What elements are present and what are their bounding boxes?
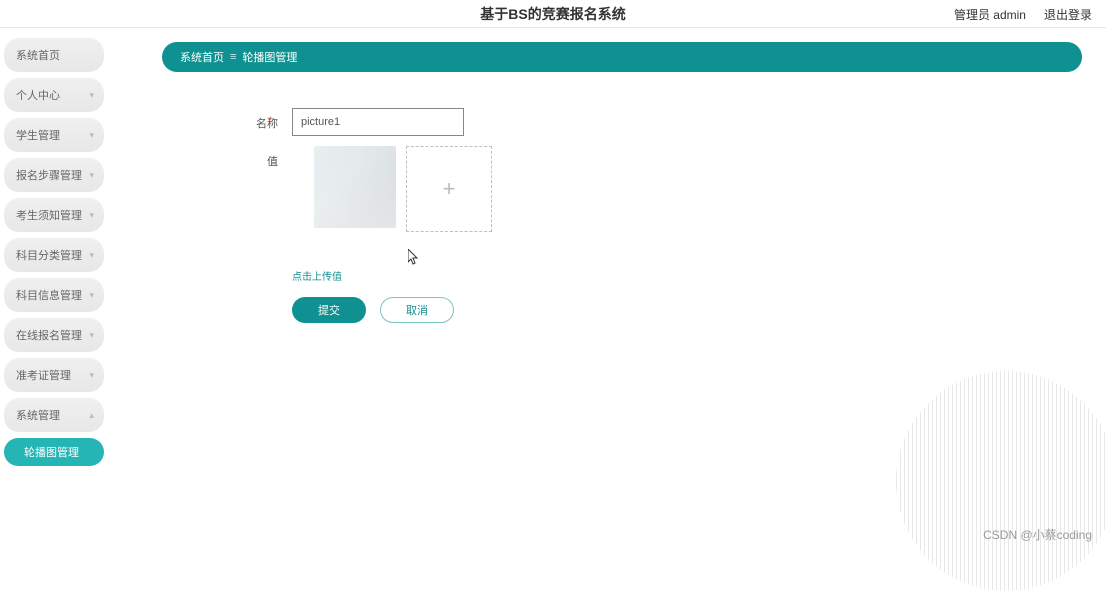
name-input[interactable] <box>292 108 464 136</box>
sidebar-item-home[interactable]: 系统首页 <box>4 38 104 72</box>
cursor-icon <box>408 249 420 268</box>
chevron-down-icon: ▾ <box>89 130 94 141</box>
cancel-button[interactable]: 取消 <box>380 297 454 323</box>
sidebar-item-label: 报名步骤管理 <box>16 167 82 183</box>
chevron-down-icon: ▾ <box>89 170 94 181</box>
sidebar-item-label: 科目分类管理 <box>16 247 82 263</box>
sidebar-item-profile[interactable]: 个人中心 ▾ <box>4 78 104 112</box>
sidebar-item-label: 个人中心 <box>16 87 60 103</box>
image-preview[interactable] <box>314 146 396 228</box>
logout-link[interactable]: 退出登录 <box>1044 6 1092 23</box>
button-row: 提交 取消 <box>292 297 1082 323</box>
sidebar-subitem-carousel[interactable]: 轮播图管理 <box>4 438 104 466</box>
form-row-name: 名称 <box>212 108 1082 136</box>
upload-add-button[interactable]: + <box>406 146 492 232</box>
upload-row: + <box>292 146 492 232</box>
sidebar-item-label: 在线报名管理 <box>16 327 82 343</box>
chevron-down-icon: ▾ <box>89 90 94 101</box>
sidebar-item-label: 准考证管理 <box>16 367 71 383</box>
sidebar-item-notice[interactable]: 考生须知管理 ▾ <box>4 198 104 232</box>
name-label: 名称 <box>212 108 292 136</box>
chevron-up-icon: ▴ <box>89 410 94 421</box>
sidebar-item-system[interactable]: 系统管理 ▴ <box>4 398 104 432</box>
chevron-down-icon: ▾ <box>89 210 94 221</box>
submit-button[interactable]: 提交 <box>292 297 366 323</box>
plus-icon: + <box>443 176 456 202</box>
breadcrumb-current: 轮播图管理 <box>242 49 297 65</box>
admin-label[interactable]: 管理员 admin <box>954 6 1026 23</box>
value-label: 值 <box>212 146 292 232</box>
chevron-down-icon: ▾ <box>89 330 94 341</box>
sidebar-item-label: 系统首页 <box>16 47 60 63</box>
header-right: 管理员 admin 退出登录 <box>954 0 1092 28</box>
main-content: 系统首页 ≡ 轮播图管理 名称 值 + <box>110 28 1106 551</box>
breadcrumb-home[interactable]: 系统首页 <box>180 49 224 65</box>
form-area: 名称 值 + <box>162 72 1082 323</box>
sidebar-item-signup-steps[interactable]: 报名步骤管理 ▾ <box>4 158 104 192</box>
chevron-down-icon: ▾ <box>89 250 94 261</box>
body-area: 系统首页 个人中心 ▾ 学生管理 ▾ 报名步骤管理 ▾ 考生须知管理 ▾ 科目分… <box>0 28 1106 551</box>
app-header: 基于BS的竞赛报名系统 管理员 admin 退出登录 <box>0 0 1106 28</box>
chevron-down-icon: ▾ <box>89 370 94 381</box>
breadcrumb-sep-icon: ≡ <box>230 51 236 63</box>
sidebar-item-label: 学生管理 <box>16 127 60 143</box>
sidebar-item-subject-cat[interactable]: 科目分类管理 ▾ <box>4 238 104 272</box>
sidebar-item-online-signup[interactable]: 在线报名管理 ▾ <box>4 318 104 352</box>
sidebar-item-label: 科目信息管理 <box>16 287 82 303</box>
sidebar-subitem-label: 轮播图管理 <box>24 444 79 460</box>
chevron-down-icon: ▾ <box>89 290 94 301</box>
sidebar-item-label: 系统管理 <box>16 407 60 423</box>
app-title: 基于BS的竞赛报名系统 <box>480 4 625 24</box>
sidebar-item-admission[interactable]: 准考证管理 ▾ <box>4 358 104 392</box>
sidebar-item-students[interactable]: 学生管理 ▾ <box>4 118 104 152</box>
upload-link[interactable]: 点击上传值 <box>292 268 342 283</box>
sidebar-item-subject-info[interactable]: 科目信息管理 ▾ <box>4 278 104 312</box>
form-row-value: 值 + <box>212 146 1082 232</box>
breadcrumb: 系统首页 ≡ 轮播图管理 <box>162 42 1082 72</box>
sidebar: 系统首页 个人中心 ▾ 学生管理 ▾ 报名步骤管理 ▾ 考生须知管理 ▾ 科目分… <box>0 28 110 551</box>
sidebar-item-label: 考生须知管理 <box>16 207 82 223</box>
